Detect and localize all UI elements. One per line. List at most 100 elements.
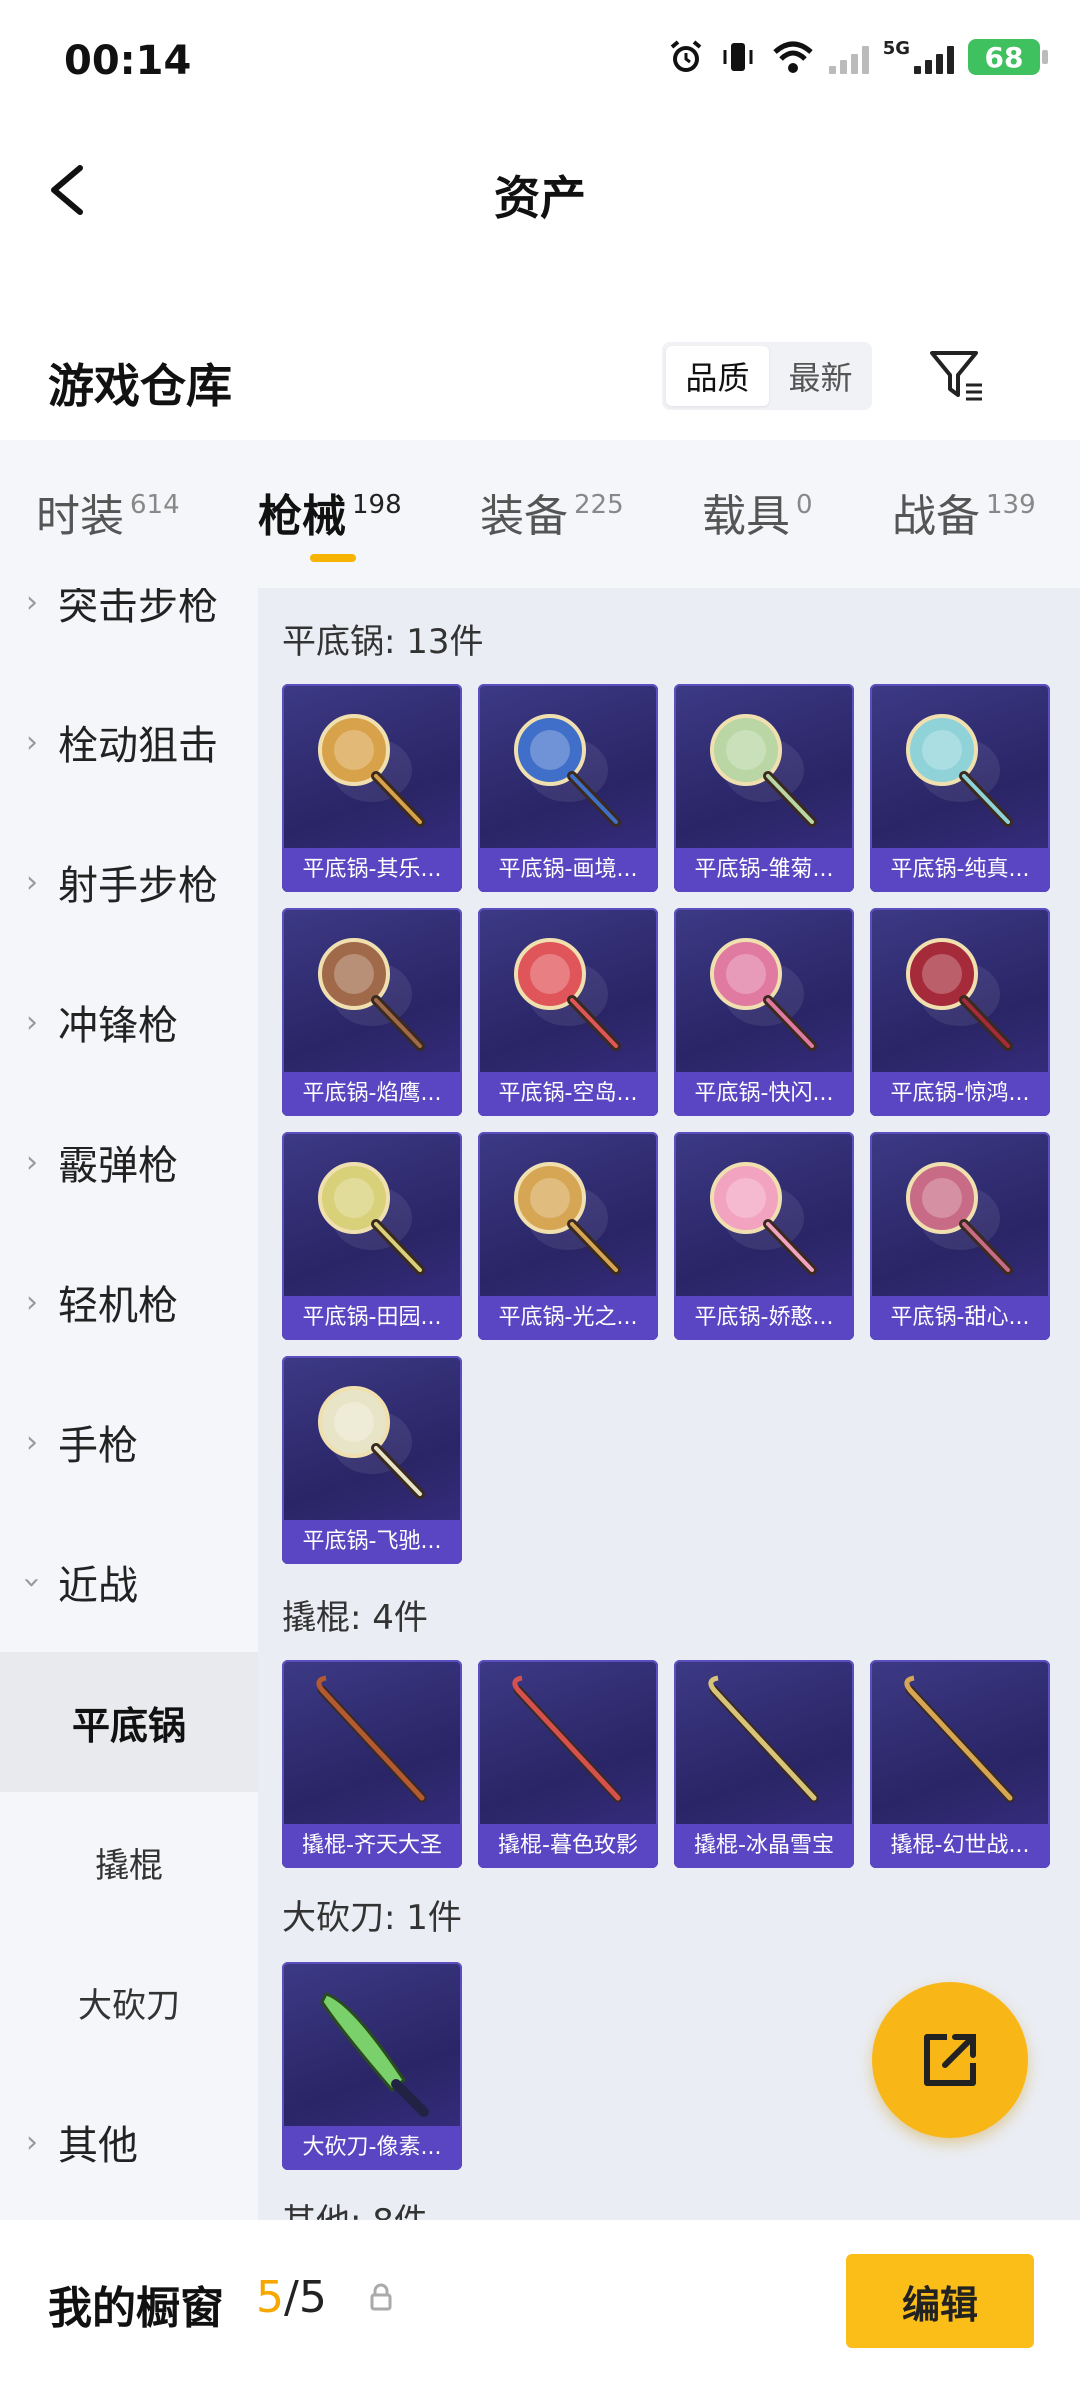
item-thumbnail	[708, 1675, 819, 1803]
chevron-right-icon: ›	[26, 2124, 38, 2160]
tab-vehicles[interactable]: 载具 0	[702, 480, 813, 544]
chevron-right-icon: ›	[26, 1144, 38, 1180]
item-card[interactable]: 撬棍-齐天大圣	[282, 1660, 462, 1868]
sidebar-item-label: 射手步枪	[58, 863, 218, 909]
sidebar-item-label: 冲锋枪	[58, 1003, 178, 1049]
sort-quality-button[interactable]: 品质	[666, 346, 769, 406]
status-icons: 5G 68	[667, 38, 1048, 76]
item-name: 平底锅-焰鹰...	[282, 1072, 462, 1116]
sidebar-item-label: 栓动狙击	[58, 723, 218, 769]
item-card[interactable]: 平底锅-快闪...	[674, 908, 854, 1116]
group-header-pan: 平底锅: 13件	[282, 622, 484, 662]
item-card[interactable]: 平底锅-焰鹰...	[282, 908, 462, 1116]
network-type: 5G	[882, 38, 910, 59]
tab-count: 139	[986, 490, 1036, 520]
tab-label: 枪械	[258, 491, 346, 542]
item-card[interactable]: 撬棍-冰晶雪宝	[674, 1660, 854, 1868]
share-icon	[924, 2034, 976, 2086]
group-header-other: 其他: 8件	[282, 2194, 428, 2220]
share-fab-button[interactable]	[872, 1982, 1028, 2138]
tab-count: 0	[796, 490, 813, 520]
sidebar-item-assault-rifle[interactable]: › 突击步枪	[0, 588, 258, 672]
showcase-title: 我的橱窗	[48, 2283, 224, 2334]
sidebar-item-melee[interactable]: › 近战	[0, 1512, 258, 1652]
battery-level: 68	[984, 40, 1024, 74]
showcase-separator: /	[284, 2272, 299, 2323]
warehouse-title: 游戏仓库	[48, 359, 232, 413]
item-thumbnail	[710, 1162, 817, 1275]
sidebar-item-label: 近战	[58, 1563, 138, 1609]
item-card[interactable]: 平底锅-甜心...	[870, 1132, 1050, 1340]
tab-count: 225	[574, 490, 624, 520]
item-card[interactable]: 平底锅-娇憨...	[674, 1132, 854, 1340]
sidebar-item-lmg[interactable]: › 轻机枪	[0, 1232, 258, 1372]
sort-toggle: 品质 最新	[662, 342, 872, 410]
item-card[interactable]: 平底锅-画境...	[478, 684, 658, 892]
filter-icon[interactable]	[926, 345, 986, 405]
item-thumbnail	[514, 1162, 621, 1275]
item-name: 平底锅-其乐...	[282, 848, 462, 892]
item-name: 平底锅-娇憨...	[674, 1296, 854, 1340]
signal-sim1-icon	[828, 40, 869, 74]
item-card[interactable]: 平底锅-飞驰...	[282, 1356, 462, 1564]
item-card[interactable]: 平底锅-惊鸿...	[870, 908, 1050, 1116]
item-thumbnail	[318, 714, 425, 827]
item-card[interactable]: 平底锅-田园...	[282, 1132, 462, 1340]
sidebar-subitem-machete[interactable]: 大砍刀	[0, 1932, 258, 2072]
status-bar: 00:14 5G 68	[0, 0, 1080, 120]
tab-supplies[interactable]: 战备 139	[892, 480, 1036, 544]
category-tabs: 时装 614 枪械 198 装备 225 载具 0 战备 139	[0, 440, 1080, 588]
page-title: 资产	[494, 171, 586, 225]
chevron-right-icon: ›	[26, 1004, 38, 1040]
sidebar-item-smg[interactable]: › 冲锋枪	[0, 952, 258, 1092]
item-thumbnail	[906, 714, 1013, 827]
sidebar-item-other[interactable]: › 其他	[0, 2072, 258, 2212]
showcase-current: 5	[256, 2272, 284, 2323]
tab-count: 198	[352, 490, 402, 520]
item-card[interactable]: 平底锅-纯真...	[870, 684, 1050, 892]
sidebar-subitem-pan[interactable]: 平底锅	[0, 1652, 258, 1792]
tab-guns[interactable]: 枪械 198	[258, 480, 402, 544]
item-card[interactable]: 平底锅-雏菊...	[674, 684, 854, 892]
chevron-right-icon: ›	[26, 1424, 38, 1460]
sidebar-item-shotgun[interactable]: › 霰弹枪	[0, 1092, 258, 1232]
item-card[interactable]: 撬棍-幻世战...	[870, 1660, 1050, 1868]
item-card[interactable]: 平底锅-其乐...	[282, 684, 462, 892]
group-header-crowbar: 撬棍: 4件	[282, 1598, 428, 1638]
sidebar-item-pistol[interactable]: › 手枪	[0, 1372, 258, 1512]
sidebar-item-bolt-sniper[interactable]: › 栓动狙击	[0, 672, 258, 812]
sidebar-item-label: 手枪	[58, 1423, 138, 1469]
item-name: 平底锅-雏菊...	[674, 848, 854, 892]
item-name: 撬棍-暮色玫影	[478, 1824, 658, 1868]
chevron-right-icon: ›	[26, 864, 38, 900]
item-name: 平底锅-田园...	[282, 1296, 462, 1340]
tab-fashion[interactable]: 时装 614	[36, 480, 180, 544]
chevron-right-icon: ›	[26, 588, 38, 620]
sort-latest-button[interactable]: 最新	[769, 346, 872, 406]
tab-equipment[interactable]: 装备 225	[480, 480, 624, 544]
sidebar-item-label: 轻机枪	[58, 1283, 178, 1329]
battery-icon: 68	[968, 39, 1048, 75]
item-thumbnail	[318, 1162, 425, 1275]
item-card[interactable]: 平底锅-空岛...	[478, 908, 658, 1116]
edit-button[interactable]: 编辑	[846, 2254, 1034, 2348]
group-header-machete: 大砍刀: 1件	[282, 1898, 462, 1938]
status-time: 00:14	[64, 38, 192, 84]
item-card[interactable]: 大砍刀-像素...	[282, 1962, 462, 2170]
top-nav: 资产	[0, 120, 1080, 260]
item-name: 平底锅-画境...	[478, 848, 658, 892]
item-thumbnail	[514, 714, 621, 827]
item-name: 平底锅-纯真...	[870, 848, 1050, 892]
sidebar-item-label: 霰弹枪	[58, 1143, 178, 1189]
item-name: 撬棍-冰晶雪宝	[674, 1824, 854, 1868]
sidebar-subitem-crowbar[interactable]: 撬棍	[0, 1792, 258, 1932]
tab-label: 时装	[36, 491, 124, 542]
alarm-icon	[670, 40, 701, 72]
item-card[interactable]: 撬棍-暮色玫影	[478, 1660, 658, 1868]
item-card[interactable]: 平底锅-光之...	[478, 1132, 658, 1340]
item-thumbnail	[904, 1675, 1015, 1803]
signal-sim2-icon	[914, 40, 954, 74]
item-name: 平底锅-甜心...	[870, 1296, 1050, 1340]
sidebar-item-dmr[interactable]: › 射手步枪	[0, 812, 258, 952]
item-thumbnail	[512, 1675, 623, 1803]
